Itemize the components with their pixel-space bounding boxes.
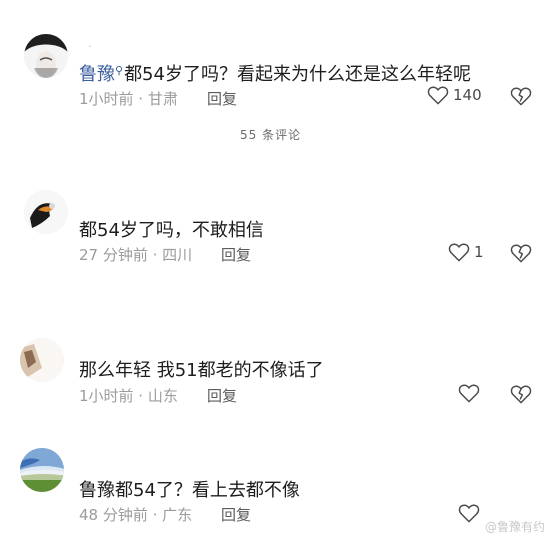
reply-button[interactable]: 回复 <box>207 88 237 109</box>
like-button[interactable]: 140 <box>427 85 482 105</box>
like-button[interactable] <box>458 503 484 523</box>
avatar[interactable] <box>20 338 64 382</box>
comment-text: 都54岁了吗，不敢相信 <box>79 220 264 241</box>
like-button[interactable]: 1 <box>448 242 484 262</box>
comment-meta: 1小时前 · 甘肃 <box>79 90 178 108</box>
avatar[interactable] <box>24 190 68 234</box>
dislike-button[interactable] <box>510 384 532 408</box>
comment-body: 都54岁了吗？看起来为什么还是这么年轻呢 <box>124 64 471 85</box>
heart-outline-icon <box>448 243 470 262</box>
username: · <box>88 40 92 53</box>
reply-button[interactable]: 回复 <box>221 504 251 525</box>
comment-meta: 27 分钟前 · 四川 <box>79 246 193 264</box>
reply-button[interactable]: 回复 <box>221 244 251 265</box>
dislike-button[interactable] <box>510 243 532 267</box>
comment-meta: 48 分钟前 · 广东 <box>79 506 193 524</box>
comment-meta: 1小时前 · 山东 <box>79 387 178 405</box>
like-count: 1 <box>474 243 484 261</box>
search-mention-icon: ⚲ <box>115 64 124 77</box>
heart-outline-icon <box>458 384 480 403</box>
broken-heart-icon <box>510 87 532 106</box>
comment-text: 那么年轻 我51都老的不像话了 <box>79 360 324 381</box>
broken-heart-icon <box>510 385 532 404</box>
comment-count-label[interactable]: 55 条评论 <box>240 126 301 143</box>
avatar[interactable] <box>24 34 68 78</box>
like-count: 140 <box>453 86 482 104</box>
broken-heart-icon <box>510 244 532 263</box>
watermark: @鲁豫有约 <box>484 520 545 534</box>
heart-outline-icon <box>458 504 480 523</box>
comment-text: 鲁豫都54了？看上去都不像 <box>79 480 300 501</box>
reply-button[interactable]: 回复 <box>207 385 237 406</box>
mention-user[interactable]: 鲁豫 <box>79 64 115 85</box>
like-button[interactable] <box>458 383 484 403</box>
dislike-button[interactable] <box>510 86 532 110</box>
comment-text: 鲁豫⚲都54岁了吗？看起来为什么还是这么年轻呢 <box>79 60 471 86</box>
heart-outline-icon <box>427 86 449 105</box>
avatar[interactable] <box>20 448 64 492</box>
